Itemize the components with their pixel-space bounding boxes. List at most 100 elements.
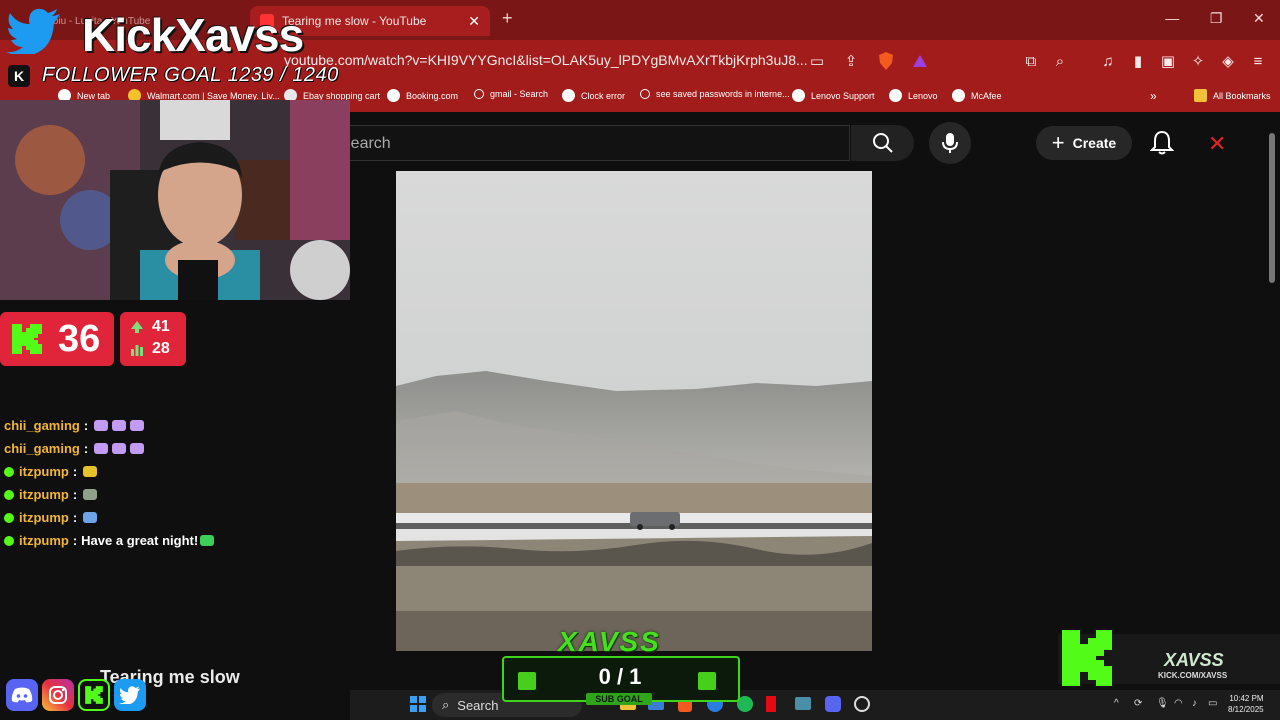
obs-icon[interactable] (854, 696, 870, 712)
sidebar-icon[interactable]: ▮ (1127, 50, 1149, 72)
maximize-icon[interactable]: ❐ (1210, 10, 1223, 27)
scrollbar-thumb[interactable] (1269, 133, 1275, 283)
gift-icon (518, 672, 536, 690)
chat-username[interactable]: itzpump (19, 487, 69, 502)
bookmark-item[interactable]: Lenovo (889, 89, 938, 102)
wallet-icon[interactable]: ▣ (1157, 50, 1179, 72)
follower-goal-text: FOLLOWER GOAL 1239 / 1240 (42, 64, 339, 86)
chat-username[interactable]: chii_gaming (4, 418, 80, 433)
globe-icon (889, 89, 902, 102)
globe-icon (562, 89, 575, 102)
battery-icon[interactable]: ▭ (1208, 698, 1217, 709)
video-player[interactable] (396, 171, 872, 651)
brave-rewards-icon[interactable] (909, 50, 931, 72)
chat-username[interactable]: chii_gaming (4, 441, 80, 456)
bookmark-item[interactable]: gmail - Search (474, 89, 548, 99)
create-button[interactable]: + Create (1036, 126, 1132, 160)
globe-icon (952, 89, 965, 102)
netflix-icon[interactable] (766, 696, 776, 712)
window-controls: — ❐ ✕ (1150, 10, 1280, 27)
bookmark-item[interactable]: Clock error (562, 89, 625, 102)
microphone-tray-icon[interactable]: 🎙 (1156, 698, 1169, 709)
folder-icon (1194, 89, 1207, 102)
kick-icon (78, 679, 110, 711)
kick-channel-name: XAVSS (1164, 650, 1224, 670)
wifi-icon[interactable]: ◠ (1174, 698, 1183, 709)
search-input[interactable] (330, 125, 850, 161)
xavss-logo: XAVSS (558, 626, 661, 657)
vpn-icon[interactable]: ◈ (1217, 50, 1239, 72)
kick-logo-icon (12, 324, 42, 354)
reader-icon[interactable]: ⌕ (1049, 50, 1071, 72)
chat-emote-icon (130, 443, 145, 454)
brave-shield-icon[interactable] (875, 50, 897, 72)
chat-separator: : (72, 464, 78, 479)
chat-username[interactable]: itzpump (19, 464, 69, 479)
sub-goal-count: 0 / 1 (598, 664, 642, 689)
chat-message: itzpump: (4, 460, 344, 483)
share-icon[interactable]: ⇪ (840, 50, 862, 72)
search-button[interactable] (851, 125, 914, 161)
all-bookmarks[interactable]: All Bookmarks (1194, 89, 1271, 102)
bookmark-item[interactable]: Lenovo Support (792, 89, 875, 102)
chat-separator: : (83, 441, 89, 456)
subscriber-badge-icon (4, 489, 14, 500)
kick-logo-icon: K (8, 64, 30, 87)
chat-text: Have a great night! (81, 533, 199, 548)
cast-icon[interactable]: ▭ (806, 50, 828, 72)
chat-emote-icon (112, 443, 127, 454)
chat-separator: : (72, 487, 78, 502)
instagram-icon (42, 679, 74, 711)
plus-icon: + (1051, 130, 1065, 155)
close-window-icon[interactable]: ✕ (1253, 10, 1265, 27)
bookmark-item[interactable]: see saved passwords in interne... (640, 89, 790, 99)
notifications-bell-icon[interactable] (1150, 130, 1174, 156)
leo-icon[interactable]: ✧ (1187, 50, 1209, 72)
stat-bars: 28 (130, 340, 170, 358)
twitter-bird-icon (6, 8, 60, 54)
chat-separator: : (83, 418, 89, 433)
chat-emote-icon (83, 512, 98, 523)
social-icons (6, 679, 146, 711)
windows-start-icon[interactable] (410, 696, 426, 712)
microphone-icon (942, 133, 958, 153)
person-up-icon (131, 321, 143, 333)
search-icon (640, 89, 650, 99)
bookmark-item[interactable]: McAfee (952, 89, 1002, 102)
discord-icon (6, 679, 38, 711)
bookmark-item[interactable]: Booking.com (387, 89, 458, 102)
close-x-icon[interactable]: ✕ (1208, 131, 1226, 157)
tray-chevron-icon[interactable]: ^ (1114, 698, 1119, 709)
chat-username[interactable]: itzpump (19, 510, 69, 525)
chat-emote-icon (94, 420, 109, 431)
tray-sync-icon[interactable]: ⟳ (1134, 698, 1142, 709)
chat-emote-icon (83, 489, 98, 500)
volume-icon[interactable]: ♪ (1192, 698, 1197, 709)
video-frame-landscape (396, 171, 872, 651)
chat-message: itzpump: Have a great night! (4, 529, 344, 552)
more-bookmarks-chevron-icon[interactable]: » (1150, 89, 1157, 103)
extensions-icon[interactable]: ⧉ (1020, 50, 1042, 72)
kick-channel-url: KICK.COM/XAVSS (1158, 671, 1228, 680)
voice-search-button[interactable] (929, 122, 971, 164)
chat-emote-icon (200, 535, 215, 546)
music-icon[interactable]: ♫ (1097, 50, 1119, 72)
close-tab-icon[interactable]: ✕ (468, 13, 480, 30)
taskbar-clock[interactable]: 10:42 PM 8/12/2025 (1228, 693, 1264, 715)
chat-username[interactable]: itzpump (19, 533, 69, 548)
photos-icon[interactable] (795, 697, 811, 710)
url-field[interactable]: youtube.com/watch?v=KHI9VYYGncI&list=OLA… (284, 52, 808, 68)
viewer-count: 36 (58, 317, 101, 360)
streamer-brand-name: KickXavss (82, 9, 304, 61)
viewer-counter: 36 (0, 312, 114, 366)
minimize-icon[interactable]: — (1165, 10, 1179, 27)
search-icon (872, 133, 893, 153)
chat-message: itzpump: (4, 483, 344, 506)
chat-message: chii_gaming: (4, 437, 344, 460)
new-tab-button[interactable]: + (502, 8, 513, 29)
stream-stats: 41 28 (120, 312, 186, 366)
chat-emote-icon (83, 466, 98, 477)
discord-taskbar-icon[interactable] (825, 696, 841, 712)
menu-icon[interactable]: ≡ (1247, 50, 1269, 72)
globe-icon (387, 89, 400, 102)
